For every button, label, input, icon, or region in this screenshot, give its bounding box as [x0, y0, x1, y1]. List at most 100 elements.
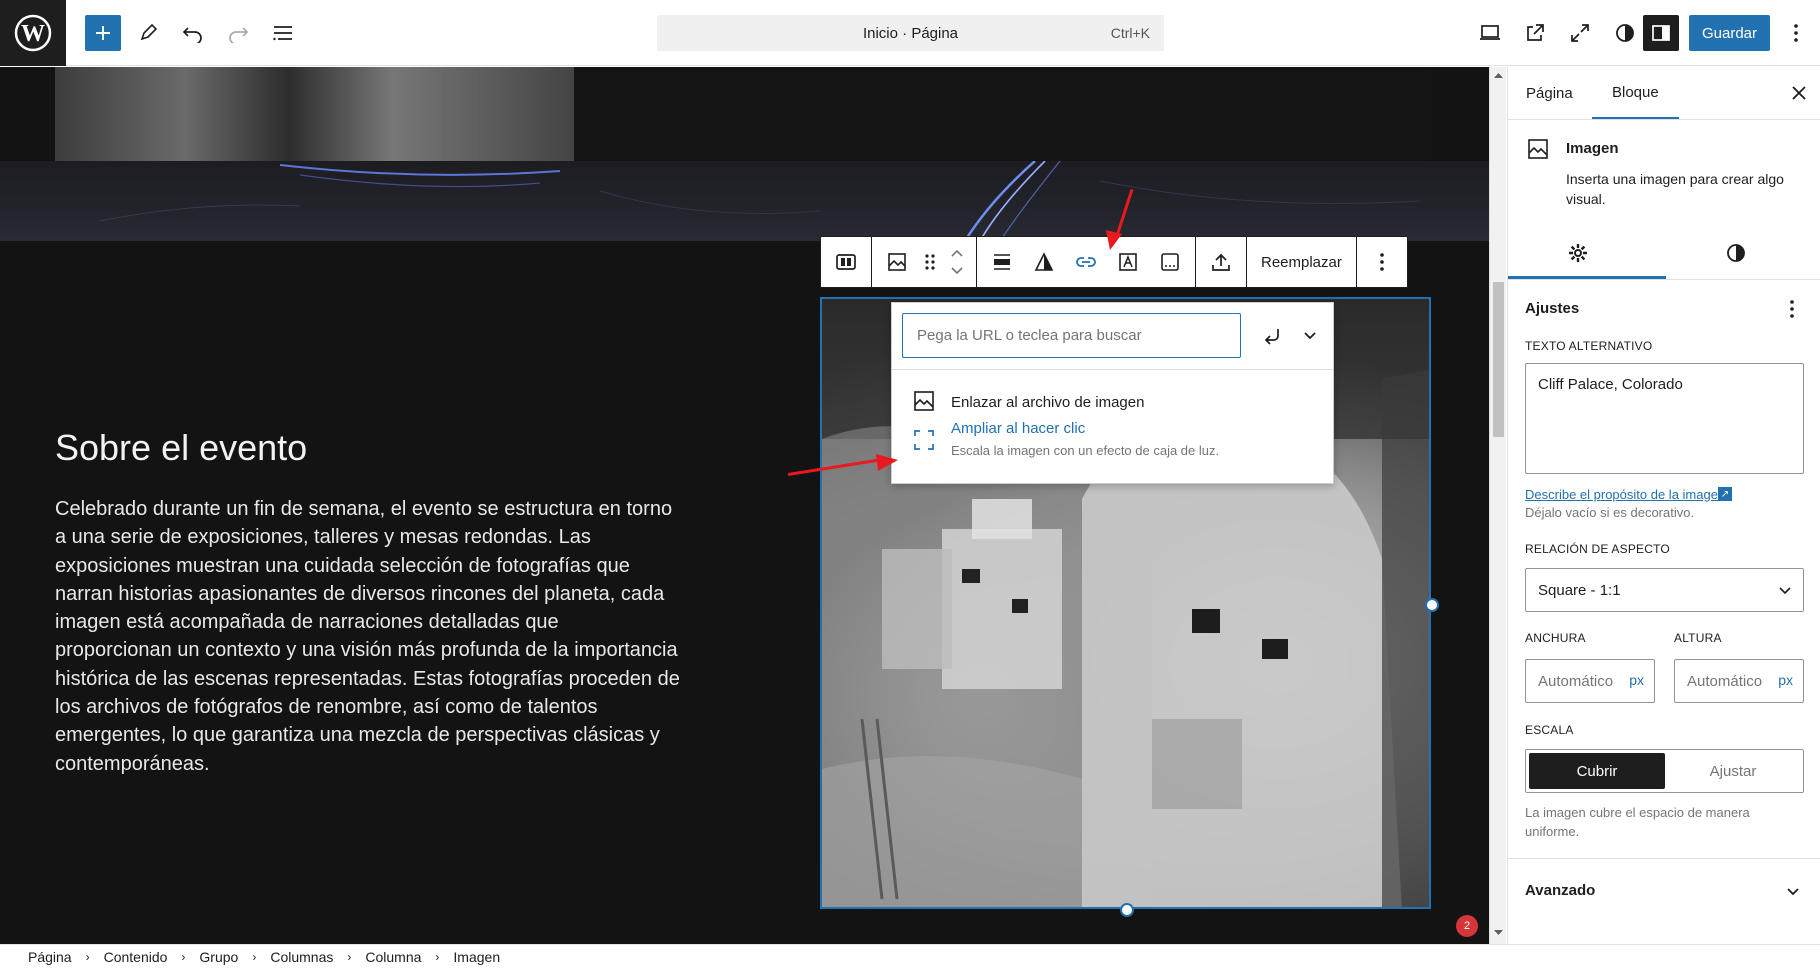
document-overview-icon[interactable]	[265, 15, 301, 51]
section-heading[interactable]: Sobre el evento	[55, 427, 307, 469]
width-input[interactable]: Automático px	[1525, 659, 1655, 703]
chevron-down-icon	[1787, 888, 1799, 896]
align-icon[interactable]	[981, 241, 1023, 283]
panel-options-icon[interactable]	[1780, 297, 1804, 321]
select-parent-columns-icon[interactable]	[825, 241, 867, 283]
aspect-ratio-select[interactable]: Square - 1:1	[1525, 568, 1804, 612]
scale-toggle-group: Cubrir Ajustar	[1525, 749, 1804, 793]
redo-icon[interactable]	[220, 15, 256, 51]
image-block-icon[interactable]	[876, 241, 918, 283]
link-control-popover: Pega la URL o teclea para buscar Enlazar…	[891, 302, 1334, 484]
command-palette-bar[interactable]: Inicio · Página Ctrl+K	[657, 15, 1164, 51]
url-search-input[interactable]: Pega la URL o teclea para buscar	[902, 313, 1241, 358]
gallery-photo-image[interactable]	[55, 67, 574, 161]
duotone-filter-icon[interactable]	[1023, 241, 1065, 283]
device-preview-icon[interactable]	[1472, 15, 1508, 51]
settings-gear-icon[interactable]	[1566, 241, 1590, 265]
block-breadcrumb: Página › Contenido › Grupo › Columnas › …	[0, 944, 1820, 969]
dark-panel	[574, 67, 1430, 161]
view-page-external-icon[interactable]	[1517, 15, 1553, 51]
block-type-group	[871, 236, 977, 288]
settings-sidebar: Página Bloque Imagen Inserta una imagen …	[1507, 67, 1820, 944]
height-input[interactable]: Automático px	[1674, 659, 1804, 703]
add-block-icon[interactable]	[85, 15, 121, 51]
drag-handle-icon[interactable]	[918, 241, 942, 283]
divider	[1508, 119, 1820, 120]
breadcrumb-item[interactable]: Imagen	[453, 949, 500, 965]
scale-cover-option[interactable]: Cubrir	[1529, 753, 1665, 789]
divider	[892, 369, 1333, 370]
options-menu-icon[interactable]	[1778, 15, 1814, 51]
section-paragraph[interactable]: Celebrado durante un fin de semana, el e…	[55, 495, 680, 778]
parent-select-group	[820, 236, 872, 288]
alt-text-help: Déjalo vacío si es decorativo.	[1525, 505, 1695, 520]
width-unit[interactable]: px	[1629, 672, 1644, 688]
divider	[1508, 858, 1820, 859]
scale-label: ESCALA	[1525, 723, 1574, 737]
close-icon[interactable]	[1787, 81, 1811, 105]
link-icon[interactable]	[1065, 241, 1107, 283]
advanced-panel-toggle[interactable]: Avanzado	[1525, 882, 1595, 899]
block-name: Imagen	[1566, 140, 1619, 157]
more-group	[1355, 236, 1408, 288]
resize-handle-bottom[interactable]	[1120, 903, 1134, 917]
expand-lightbox-icon	[912, 428, 936, 452]
replace-group: Reemplazar	[1246, 236, 1357, 288]
breadcrumb-item[interactable]: Página	[28, 949, 72, 965]
image-file-icon	[912, 389, 936, 413]
document-title: Inicio · Página	[862, 24, 959, 42]
fullscreen-icon[interactable]	[1562, 15, 1598, 51]
alt-text-help-link[interactable]: Describe el propósito de la imagen.	[1525, 487, 1729, 502]
shortcut-hint: Ctrl+K	[1110, 25, 1150, 41]
submit-enter-icon[interactable]	[1261, 324, 1285, 348]
alt-text-textarea[interactable]: Cliff Palace, Colorado	[1525, 363, 1804, 474]
scale-help: La imagen cubre el espacio de manera uni…	[1525, 805, 1750, 839]
editor-top-bar: W Inicio · Página Ctrl+K Guardar	[0, 0, 1820, 66]
alt-text-label: TEXTO ALTERNATIVO	[1525, 339, 1653, 353]
upload-icon[interactable]	[1200, 241, 1242, 283]
width-placeholder: Automático	[1538, 672, 1614, 690]
block-options-icon[interactable]	[1361, 241, 1403, 283]
chevron-right-icon: ›	[252, 950, 257, 964]
breadcrumb-item[interactable]: Contenido	[104, 949, 168, 965]
height-label: ALTURA	[1674, 631, 1722, 645]
settings-sidebar-toggle-icon[interactable]	[1643, 15, 1679, 51]
chevron-right-icon: ›	[85, 950, 90, 964]
caption-icon[interactable]	[1149, 241, 1191, 283]
width-label: ANCHURA	[1525, 631, 1586, 645]
chevron-right-icon: ›	[181, 950, 186, 964]
wordpress-logo-icon[interactable]: W	[0, 0, 66, 66]
breadcrumb-item[interactable]: Columna	[365, 949, 421, 965]
move-up-down-icon[interactable]	[942, 241, 972, 283]
save-button[interactable]: Guardar	[1689, 15, 1770, 51]
scale-contain-option[interactable]: Ajustar	[1665, 753, 1801, 789]
breadcrumb-item[interactable]: Grupo	[199, 949, 238, 965]
settings-panel-title[interactable]: Ajustes	[1525, 300, 1579, 317]
divider	[1508, 279, 1820, 280]
resize-handle-right[interactable]	[1425, 598, 1439, 612]
expand-on-click-option[interactable]: Ampliar al hacer clic	[951, 420, 1085, 437]
undo-icon[interactable]	[175, 15, 211, 51]
canvas-scrollbar[interactable]	[1489, 67, 1506, 944]
tools-pencil-icon[interactable]	[130, 15, 166, 51]
external-link-icon[interactable]: ↗	[1718, 487, 1732, 501]
height-unit[interactable]: px	[1778, 672, 1793, 688]
replace-button[interactable]: Reemplazar	[1251, 254, 1352, 271]
height-placeholder: Automático	[1687, 672, 1763, 690]
star-trail-background-image	[0, 160, 1489, 242]
tab-bloque[interactable]: Bloque	[1592, 67, 1679, 120]
image-block-icon	[1526, 137, 1550, 161]
chevron-down-icon[interactable]	[1298, 324, 1322, 348]
tab-pagina[interactable]: Página	[1526, 67, 1573, 119]
styles-contrast-icon[interactable]	[1724, 241, 1748, 265]
block-description: Inserta una imagen para crear algo visua…	[1566, 171, 1784, 207]
styles-contrast-icon[interactable]	[1607, 15, 1643, 51]
expand-on-click-description: Escala la imagen con un efecto de caja d…	[951, 443, 1220, 458]
upload-group	[1195, 236, 1247, 288]
breadcrumb-item[interactable]: Columnas	[270, 949, 333, 965]
aspect-ratio-label: RELACIÓN DE ASPECTO	[1525, 542, 1670, 556]
notification-badge[interactable]: 2	[1456, 915, 1478, 937]
alt-text-value: Cliff Palace, Colorado	[1538, 376, 1683, 393]
link-to-image-file-option[interactable]: Enlazar al archivo de imagen	[951, 394, 1144, 411]
scrollbar-thumb[interactable]	[1493, 282, 1504, 437]
